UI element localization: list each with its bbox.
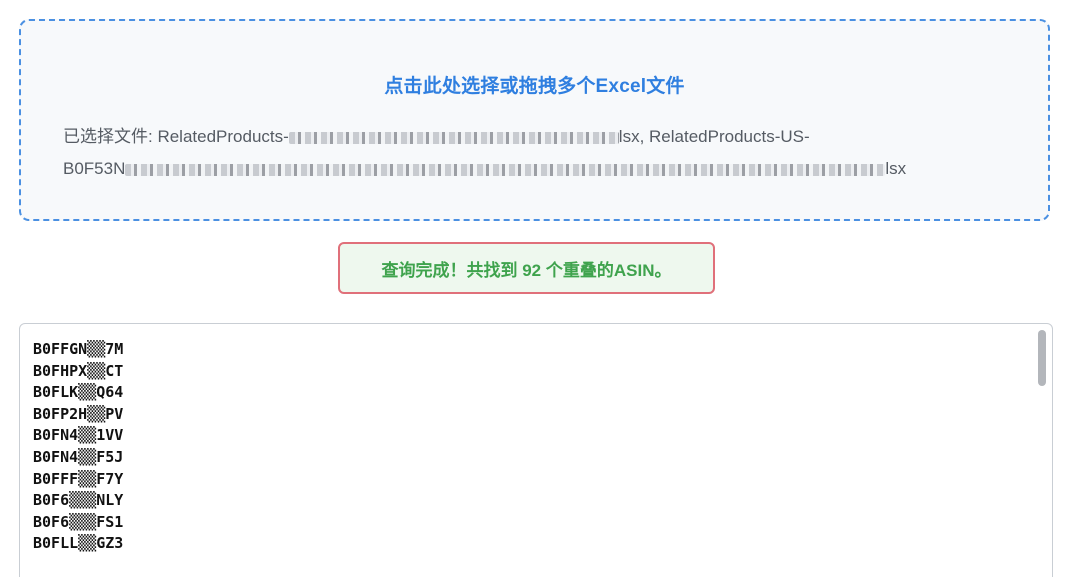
asin-line: B0FFF▒▒F7Y xyxy=(33,469,124,488)
redacted-filename xyxy=(125,163,886,176)
scrollbar-thumb[interactable] xyxy=(1038,330,1046,386)
asin-line: B0FHPX▒▒CT xyxy=(33,361,124,380)
asin-line: B0F6▒▒▒FS1 xyxy=(33,512,124,531)
asin-line: B0FP2H▒▒PV xyxy=(33,404,124,423)
file-name-2-suffix: lsx xyxy=(885,159,907,178)
page: 点击此处选择或拖拽多个Excel文件 已选择文件: RelatedProduct… xyxy=(0,0,1080,577)
asin-line: B0F6▒▒▒NLY xyxy=(33,491,124,510)
results-scrollbar[interactable] xyxy=(1036,328,1048,577)
file-dropzone[interactable]: 点击此处选择或拖拽多个Excel文件 已选择文件: RelatedProduct… xyxy=(19,19,1050,221)
redacted-filename xyxy=(288,131,619,144)
dropzone-title[interactable]: 点击此处选择或拖拽多个Excel文件 xyxy=(21,71,1048,98)
file-name-1-suffix: lsx, xyxy=(618,127,645,146)
file-name-1-prefix: RelatedProducts- xyxy=(157,127,289,146)
selected-files: 已选择文件: RelatedProducts-lsx, RelatedProdu… xyxy=(63,121,968,185)
asin-line: B0FLL▒▒GZ3 xyxy=(33,534,124,553)
selected-files-label: 已选择文件: xyxy=(63,127,158,146)
file-name-2-line2-prefix: B0F53N xyxy=(63,159,126,178)
asin-list: B0FFGN▒▒7M B0FHPX▒▒CT B0FLK▒▒Q64 B0FP2H▒… xyxy=(33,339,123,555)
asin-line: B0FN4▒▒F5J xyxy=(33,447,124,466)
asin-line: B0FN4▒▒1VV xyxy=(33,426,124,445)
file-name-2-prefix: RelatedProducts-US- xyxy=(649,127,810,146)
asin-line: B0FLK▒▒Q64 xyxy=(33,383,124,402)
status-message-box: 查询完成！共找到 92 个重叠的ASIN。 xyxy=(338,242,715,294)
results-textarea[interactable]: B0FFGN▒▒7M B0FHPX▒▒CT B0FLK▒▒Q64 B0FP2H▒… xyxy=(19,323,1053,577)
status-message: 查询完成！共找到 92 个重叠的ASIN。 xyxy=(381,260,672,280)
asin-line: B0FFGN▒▒7M xyxy=(33,340,124,358)
